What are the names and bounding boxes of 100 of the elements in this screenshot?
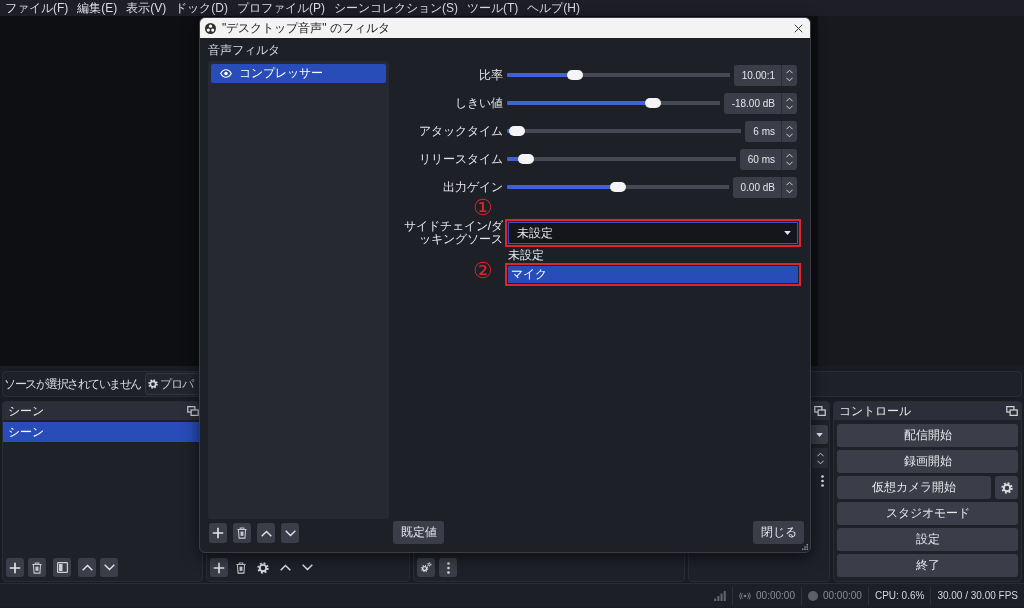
menu-item[interactable]: 表示(V)	[126, 0, 167, 16]
chevron-up-icon	[279, 564, 291, 571]
gears-icon	[420, 562, 432, 573]
dropdown-option[interactable]: 未設定	[505, 247, 801, 263]
menu-item[interactable]: ドック(D)	[175, 0, 228, 16]
add-button[interactable]	[209, 523, 227, 543]
trash-icon	[236, 561, 246, 574]
chevron-up-icon[interactable]	[786, 180, 793, 186]
number-field[interactable]: 6 ms	[745, 120, 797, 142]
number-field[interactable]: 60 ms	[739, 148, 797, 170]
status-text: ソースが選択されていません	[4, 375, 141, 393]
chevron-up-icon[interactable]	[786, 96, 793, 102]
close-icon[interactable]	[794, 23, 803, 33]
signal-icon	[714, 590, 727, 601]
chevron-down-icon	[301, 564, 313, 571]
menu-item[interactable]: ファイル(F)	[5, 0, 69, 16]
dots-icon	[446, 561, 450, 574]
control-button[interactable]: スタジオモード	[837, 502, 1018, 525]
move-down-button[interactable]	[100, 558, 118, 577]
overlap-squares-icon[interactable]	[187, 406, 199, 416]
remove-button[interactable]	[233, 523, 251, 543]
eye-icon[interactable]	[220, 69, 232, 78]
slider-thumb[interactable]	[566, 70, 583, 80]
caret-down-icon	[815, 432, 823, 437]
settings-button[interactable]	[995, 476, 1018, 499]
dock-title: シーン	[8, 402, 44, 420]
control-button[interactable]: 設定	[837, 528, 1018, 551]
fps-readout: 30.00 / 30.00 FPS	[937, 590, 1018, 601]
chevron-up-icon[interactable]	[816, 451, 824, 457]
chevron-up-icon	[260, 529, 272, 537]
window-title: "デスクトップ音声" のフィルタ	[222, 19, 391, 37]
record-time: 00:00:00	[822, 590, 862, 601]
logo-icon	[205, 22, 216, 34]
chevron-up-icon[interactable]	[786, 124, 793, 130]
callout-number: ②	[473, 260, 493, 282]
menu-item[interactable]: ツール(T)	[467, 0, 519, 16]
number-field[interactable]: -18.00 dB	[723, 92, 797, 114]
resize-grip-icon[interactable]	[802, 544, 808, 550]
chevron-down-icon[interactable]	[786, 104, 793, 110]
cpu-usage: CPU: 0.6%	[874, 590, 925, 601]
chevron-down-icon	[103, 564, 115, 571]
chevron-down-icon[interactable]	[786, 188, 793, 194]
plus-icon	[212, 527, 224, 539]
close-button[interactable]: 閉じる	[753, 521, 804, 544]
dropdown[interactable]: 未設定	[508, 222, 798, 244]
stream-time: 00:00:00	[756, 590, 795, 601]
slider-track[interactable]	[507, 126, 742, 136]
advanced-audio-button[interactable]	[417, 558, 435, 577]
add-button[interactable]	[6, 558, 24, 577]
chevron-up-icon[interactable]	[786, 68, 793, 74]
chevron-down-icon[interactable]	[786, 76, 793, 82]
menu-item[interactable]: シーンコレクション(S)	[334, 0, 458, 16]
chevron-down-icon[interactable]	[786, 160, 793, 166]
slider-thumb[interactable]	[644, 98, 661, 108]
chevron-down-icon[interactable]	[786, 132, 793, 138]
control-button[interactable]: 録画開始	[837, 450, 1018, 473]
menu-item[interactable]: プロファイル(P)	[237, 0, 325, 16]
field-label: 比率	[478, 66, 503, 84]
remove-button[interactable]	[28, 558, 46, 577]
move-down-button[interactable]	[281, 523, 299, 543]
menu-item[interactable]: 編集(E)	[77, 0, 118, 16]
field-label: 出力ゲイン	[442, 178, 503, 196]
broadcast-icon	[739, 591, 752, 600]
chevron-up-icon[interactable]	[786, 152, 793, 158]
move-up-button[interactable]	[78, 558, 96, 577]
slider-thumb[interactable]	[509, 126, 526, 136]
chevron-down-icon[interactable]	[816, 459, 824, 465]
field-label: サイドチェイン/ダッキングソース	[402, 220, 503, 246]
overlap-squares-icon[interactable]	[1006, 406, 1018, 416]
control-button[interactable]: 終了	[837, 554, 1018, 577]
control-button[interactable]: 配信開始	[837, 424, 1018, 447]
move-up-button[interactable]	[257, 523, 275, 543]
menu-button[interactable]	[439, 558, 457, 577]
chevron-up-icon	[81, 564, 93, 571]
chevron-down-icon	[284, 529, 296, 537]
scene-item[interactable]: シーン	[3, 422, 202, 442]
dots-icon	[820, 475, 824, 487]
number-field[interactable]: 0.00 dB	[732, 176, 797, 198]
dropdown-option[interactable]: マイク	[508, 266, 798, 283]
properties-button[interactable]: プロパ	[144, 373, 201, 395]
record-icon	[807, 590, 818, 601]
overlap-squares-icon[interactable]	[814, 406, 826, 416]
filters-button[interactable]	[53, 558, 71, 577]
trash-icon	[32, 561, 42, 574]
split-square-icon	[56, 562, 68, 573]
field-label: しきい値	[454, 94, 503, 112]
add-button[interactable]	[210, 558, 228, 577]
plus-icon	[9, 561, 21, 574]
field-label: リリースタイム	[418, 150, 503, 168]
menu-item[interactable]: ヘルプ(H)	[527, 0, 580, 16]
dock-title: コントロール	[839, 402, 911, 420]
section-label: 音声フィルタ	[208, 43, 281, 57]
control-button[interactable]: 仮想カメラ開始	[837, 476, 991, 499]
gear-icon	[147, 379, 158, 389]
slider-thumb[interactable]	[609, 182, 626, 192]
number-field[interactable]: 10.00:1	[733, 64, 797, 86]
trash-icon	[237, 527, 247, 539]
slider-thumb[interactable]	[517, 154, 534, 164]
defaults-button[interactable]: 既定値	[393, 521, 444, 544]
filter-item[interactable]: コンプレッサー	[211, 64, 386, 83]
